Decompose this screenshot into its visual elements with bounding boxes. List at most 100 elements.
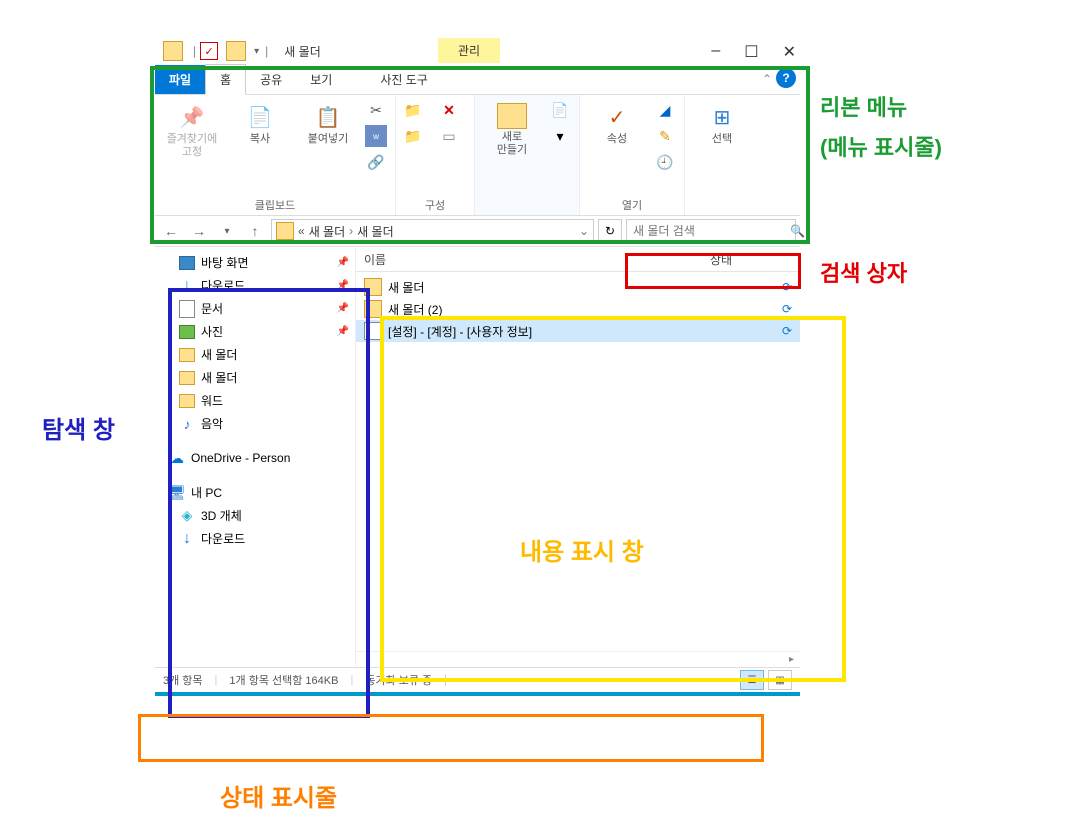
col-name[interactable]: 이름 bbox=[364, 251, 624, 268]
edit-icon[interactable]: ✎ bbox=[654, 125, 676, 147]
tab-view[interactable]: 보기 bbox=[296, 65, 346, 94]
open-icon[interactable]: ◢ bbox=[654, 99, 676, 121]
file-list[interactable]: 새 몰더⟳새 몰더 (2)⟳[설정] - [계정] - [사용자 정보]⟳ bbox=[356, 272, 800, 651]
contextual-tab[interactable]: 관리 bbox=[438, 38, 500, 63]
delete-icon[interactable]: ✕ bbox=[438, 99, 460, 121]
forward-button[interactable]: → bbox=[187, 219, 211, 243]
back-button[interactable]: ← bbox=[159, 219, 183, 243]
navpane-item[interactable]: 바탕 화면 📌 bbox=[155, 251, 355, 274]
easyaccess-icon[interactable]: ▾ bbox=[549, 125, 571, 147]
navpane-item[interactable]: ◈3D 개체 bbox=[155, 504, 355, 527]
status-sync: 동기화 보류 중 bbox=[365, 672, 432, 688]
breadcrumb-2[interactable]: 새 몰더 bbox=[357, 223, 393, 240]
tab-file[interactable]: 파일 bbox=[155, 65, 205, 94]
navpane-item[interactable]: ↓다운로드📌 bbox=[155, 274, 355, 297]
close-button[interactable]: ✕ bbox=[783, 42, 796, 62]
new-folder-button[interactable]: 새로 만들기 bbox=[481, 99, 543, 161]
copy-button[interactable]: 📄 복사 bbox=[229, 99, 291, 150]
titlebar[interactable]: | ✓ ▾ | 새 몰더 관리 bbox=[155, 38, 800, 64]
navpane-item-label: 다운로드 bbox=[201, 530, 245, 547]
navpane-item[interactable]: ☁OneDrive - Person bbox=[155, 447, 355, 469]
help-button[interactable]: ? bbox=[776, 68, 796, 88]
ribbon-group-select: ⊞ 선택 bbox=[685, 95, 759, 215]
view-switcher: ☰ ▦ bbox=[740, 670, 792, 690]
col-sort-icon[interactable]: ˆ bbox=[624, 252, 710, 266]
view-icons-button[interactable]: ▦ bbox=[768, 670, 792, 690]
copyto-icon[interactable]: 📁 bbox=[402, 125, 424, 147]
cut-icon[interactable]: ✂ bbox=[365, 99, 387, 121]
moveto-icon[interactable]: 📁 bbox=[402, 99, 424, 121]
maximize-button[interactable]: ☐ bbox=[744, 42, 758, 62]
up-button[interactable]: ↑ bbox=[243, 219, 267, 243]
navpane-item[interactable]: 새 몰더 bbox=[155, 366, 355, 389]
qat-separator-2: | bbox=[265, 44, 268, 58]
navpane-item[interactable]: ↓ 다운로드 bbox=[155, 527, 355, 550]
status-selected: 1개 항목 선택함 164KB bbox=[229, 672, 338, 688]
annotation-nav-label: 탐색 창 bbox=[42, 410, 115, 445]
copypath-icon[interactable]: w bbox=[365, 125, 387, 147]
properties-button[interactable]: ✓ 속성 bbox=[586, 99, 648, 150]
navpane-item-label: 내 PC bbox=[191, 484, 222, 501]
select-button[interactable]: ⊞ 선택 bbox=[691, 99, 753, 150]
pin-icon: 📌 bbox=[337, 257, 349, 268]
pin-button[interactable]: 📌 즐겨찾기에 고정 bbox=[161, 99, 223, 163]
navpane-item[interactable]: ♪음악 bbox=[155, 412, 355, 435]
pin-icon: 📌 bbox=[337, 280, 349, 291]
window-title: 새 몰더 bbox=[284, 43, 320, 60]
recent-dropdown[interactable]: ▾ bbox=[215, 219, 239, 243]
status-sep-2: | bbox=[350, 674, 353, 686]
tab-home[interactable]: 홈 bbox=[205, 64, 246, 95]
newitem-icon[interactable]: 📄 bbox=[549, 99, 571, 121]
copy-label: 복사 bbox=[250, 133, 270, 146]
search-input[interactable] bbox=[631, 223, 790, 239]
list-item[interactable]: [설정] - [계정] - [사용자 정보]⟳ bbox=[356, 320, 800, 342]
address-chevron[interactable]: « bbox=[298, 224, 305, 238]
address-bar[interactable]: « 새 몰더 › 새 몰더 ⌄ bbox=[271, 219, 594, 243]
navpane-item[interactable]: 🖥내 PC bbox=[155, 481, 355, 504]
pin-icon: 📌 bbox=[178, 103, 206, 131]
search-icon[interactable]: 🔍 bbox=[790, 224, 805, 238]
select-icon: ⊞ bbox=[708, 103, 736, 131]
qat-separator: | bbox=[193, 44, 196, 58]
qat-folder-icon[interactable] bbox=[226, 41, 246, 61]
shortcut-icon[interactable]: 🔗 bbox=[365, 151, 387, 173]
pin-label: 즐겨찾기에 고정 bbox=[167, 133, 218, 159]
navpane-item[interactable]: 문서📌 bbox=[155, 297, 355, 320]
sync-icon: ⟳ bbox=[782, 302, 792, 316]
paste-button[interactable]: 📋 붙여넣기 bbox=[297, 99, 359, 150]
list-item[interactable]: 새 몰더⟳ bbox=[356, 276, 800, 298]
navpane-item-label: 바탕 화면 bbox=[201, 254, 249, 271]
rename-icon[interactable]: ▭ bbox=[438, 125, 460, 147]
search-box[interactable]: 🔍 bbox=[626, 219, 796, 243]
minimize-button[interactable]: – bbox=[711, 42, 720, 62]
tab-share[interactable]: 공유 bbox=[246, 65, 296, 94]
new-label: 새로 만들기 bbox=[497, 131, 527, 157]
list-item[interactable]: 새 몰더 (2)⟳ bbox=[356, 298, 800, 320]
scroll-right-icon[interactable]: ▸ bbox=[356, 651, 800, 667]
annotation-content-label: 내용 표시 창 bbox=[520, 532, 644, 567]
folder-icon bbox=[163, 41, 183, 61]
address-dropdown-icon[interactable]: ⌄ bbox=[579, 224, 589, 238]
navpane-item[interactable]: 새 몰더 bbox=[155, 343, 355, 366]
qat-properties-icon[interactable]: ✓ bbox=[200, 42, 218, 60]
collapse-ribbon-icon[interactable]: ⌃ bbox=[762, 72, 772, 86]
history-icon[interactable]: 🕘 bbox=[654, 151, 676, 173]
navpane-item[interactable]: 사진📌 bbox=[155, 320, 355, 343]
status-count: 3개 항목 bbox=[163, 672, 203, 688]
navigation-pane[interactable]: 바탕 화면📌↓다운로드📌문서📌사진📌새 몰더새 몰더워드♪음악☁OneDrive… bbox=[155, 247, 356, 667]
download-icon: ↓ bbox=[179, 531, 195, 547]
col-status[interactable]: 상태 bbox=[710, 251, 800, 268]
navpane-item[interactable]: 워드 bbox=[155, 389, 355, 412]
tab-picture-tools[interactable]: 사진 도구 bbox=[366, 65, 442, 94]
view-details-button[interactable]: ☰ bbox=[740, 670, 764, 690]
group-clipboard-label: 클립보드 bbox=[255, 197, 295, 213]
navpane-item-label: 워드 bbox=[201, 392, 223, 409]
navpane-item-label: 다운로드 bbox=[201, 277, 245, 294]
annotation-ribbon-label-1: 리본 메뉴 bbox=[820, 90, 907, 122]
ribbon: 📌 즐겨찾기에 고정 📄 복사 📋 붙여넣기 ✂ w 🔗 클립보드 bbox=[155, 95, 800, 216]
column-headers[interactable]: 이름 ˆ 상태 bbox=[356, 247, 800, 272]
refresh-button[interactable]: ↻ bbox=[598, 219, 622, 243]
qat-dropdown-icon[interactable]: ▾ bbox=[254, 46, 259, 57]
nav-toolbar: ← → ▾ ↑ « 새 몰더 › 새 몰더 ⌄ ↻ 🔍 bbox=[155, 216, 800, 247]
breadcrumb-1[interactable]: 새 몰더 bbox=[309, 223, 345, 240]
